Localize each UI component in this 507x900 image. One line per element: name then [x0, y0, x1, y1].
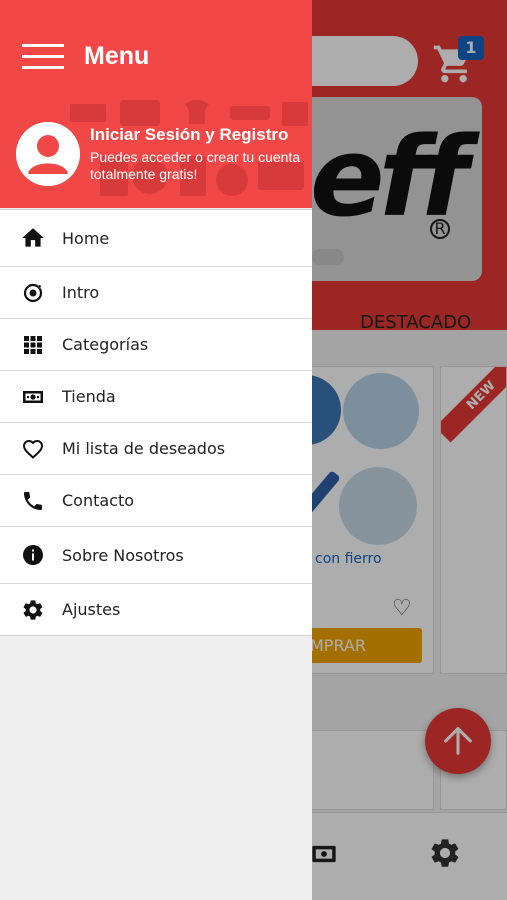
user-avatar-icon[interactable]: [16, 122, 80, 186]
menu-item-label: Sobre Nosotros: [62, 545, 184, 565]
menu-item-categories[interactable]: Categorías: [0, 319, 312, 371]
login-subtitle: Puedes acceder o crear tu cuenta totalme…: [90, 149, 301, 182]
menu-item-label: Categorías: [62, 335, 149, 354]
drawer-title: Menu: [84, 42, 150, 70]
store-icon: [20, 384, 46, 410]
menu-item-settings[interactable]: Ajustes: [0, 584, 312, 636]
menu-item-label: Contacto: [62, 491, 135, 510]
heart-icon: [20, 436, 46, 462]
menu-item-label: Mi lista de deseados: [62, 439, 226, 458]
menu-item-home[interactable]: Home: [0, 210, 312, 267]
navigation-drawer: Menu Iniciar Sesión y Registro Puedes ac…: [0, 0, 312, 900]
hamburger-menu-icon[interactable]: [22, 40, 64, 72]
menu-item-store[interactable]: Tienda: [0, 371, 312, 423]
menu-item-label: Tienda: [62, 387, 116, 406]
menu-item-contact[interactable]: Contacto: [0, 475, 312, 527]
menu-item-label: Intro: [62, 283, 100, 302]
drawer-menu-list: Home Intro Categorías Tienda Mi lista de…: [0, 209, 312, 636]
menu-item-label: Home: [62, 228, 110, 248]
info-icon: [20, 542, 46, 568]
menu-item-label: Ajustes: [62, 600, 121, 619]
menu-item-wishlist[interactable]: Mi lista de deseados: [0, 423, 312, 475]
phone-icon: [20, 488, 46, 514]
home-icon: [20, 225, 46, 251]
login-register-link[interactable]: Iniciar Sesión y Registro: [90, 125, 288, 145]
menu-item-about[interactable]: Sobre Nosotros: [0, 527, 312, 584]
intro-icon: [20, 280, 46, 306]
grid-icon: [20, 332, 46, 358]
settings-icon: [20, 597, 46, 623]
menu-item-intro[interactable]: Intro: [0, 267, 312, 319]
drawer-header: Menu Iniciar Sesión y Registro Puedes ac…: [0, 0, 312, 208]
